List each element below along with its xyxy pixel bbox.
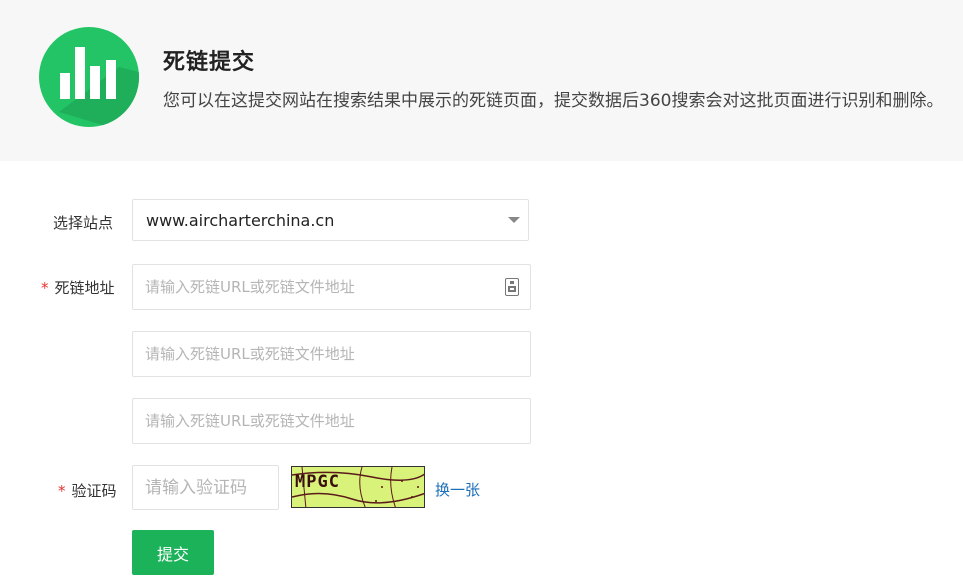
chevron-down-icon[interactable] [508,217,520,223]
deadlink-url-input-1[interactable] [132,264,531,310]
submit-button[interactable]: 提交 [132,530,214,575]
file-upload-icon[interactable] [505,278,519,296]
site-label: 选择站点 [53,214,114,232]
captcha-text: MPGC [295,472,340,492]
refresh-captcha-link[interactable]: 换一张 [435,479,480,500]
page-title: 死链提交 [163,50,256,75]
deadlink-label: * 死链地址 [41,279,115,297]
page-description: 您可以在这提交网站在搜索结果中展示的死链页面，提交数据后360搜索会对这批页面进… [163,91,944,111]
captcha-image[interactable]: MPGC [291,466,425,508]
captcha-label: * 验证码 [58,482,117,500]
required-mark: * [41,279,49,297]
page-header: 死链提交 您可以在这提交网站在搜索结果中展示的死链页面，提交数据后360搜索会对… [0,0,963,161]
required-mark: * [58,482,66,500]
site-select-value: www.aircharterchina.cn [146,211,335,230]
bar-chart-icon [39,27,139,127]
deadlink-url-input-3[interactable] [132,398,531,444]
captcha-input[interactable] [132,465,279,510]
site-select[interactable]: www.aircharterchina.cn [132,199,529,241]
deadlink-url-input-2[interactable] [132,331,531,377]
